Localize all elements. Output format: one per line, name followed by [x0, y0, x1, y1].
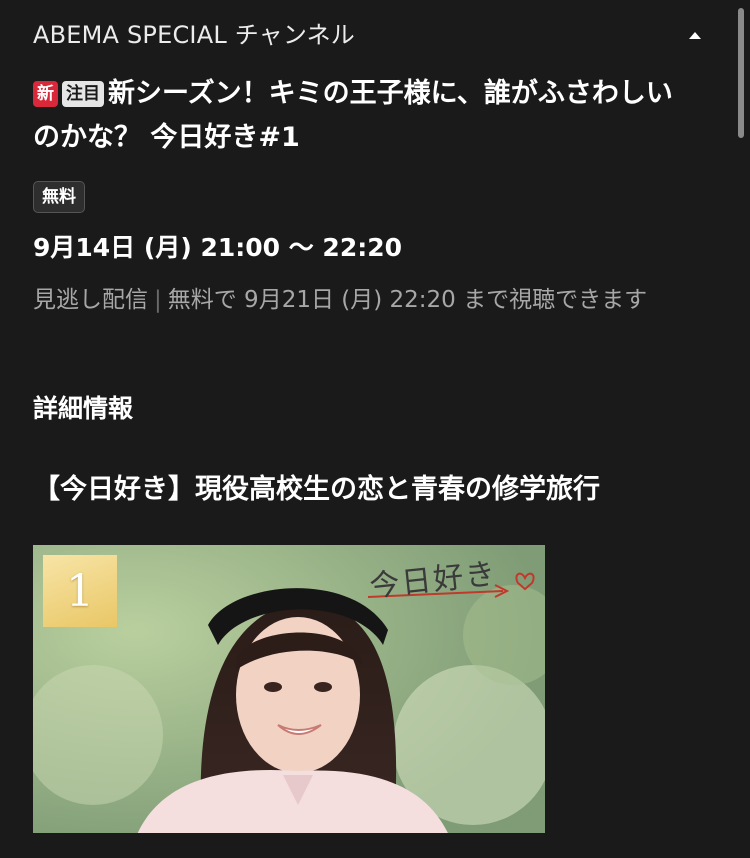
catchup-label: 見逃し配信	[33, 287, 148, 313]
program-title: 新シーズン！キミの王子様に、誰がふさわしいのかな？ 今日好き#1	[33, 78, 673, 153]
channel-header: ABEMA SPECIAL チャンネル	[33, 16, 701, 54]
catchup-info: 見逃し配信 | 無料で 9月21日 (月) 22:20 まで視聴できます	[33, 282, 693, 318]
caret-up-icon	[689, 32, 701, 39]
new-badge: 新	[33, 81, 58, 107]
program-title-block: 新注目 新シーズン！キミの王子様に、誰がふさわしいのかな？ 今日好き#1	[33, 72, 673, 160]
price-tag: 無料	[33, 181, 85, 213]
details-heading: 詳細情報	[33, 394, 134, 423]
collapse-button[interactable]	[682, 22, 708, 48]
broadcast-datetime: 9月14日 (月) 21:00 〜 22:20	[33, 233, 403, 262]
episode-thumbnail[interactable]: 1 今日好き	[33, 545, 545, 833]
episode-title: 【今日好き】現役高校生の恋と青春の修学旅行	[33, 474, 600, 505]
catchup-detail: 無料で 9月21日 (月) 22:20 まで視聴できます	[167, 287, 648, 313]
program-detail-panel: ABEMA SPECIAL チャンネル 新注目 新シーズン！キミの王子様に、誰がふ…	[0, 0, 750, 858]
scrollbar[interactable]	[738, 8, 744, 138]
featured-badge: 注目	[62, 81, 104, 107]
episode-number-badge: 1	[43, 555, 117, 627]
separator: |	[154, 287, 162, 313]
channel-name: ABEMA SPECIAL チャンネル	[33, 21, 356, 49]
